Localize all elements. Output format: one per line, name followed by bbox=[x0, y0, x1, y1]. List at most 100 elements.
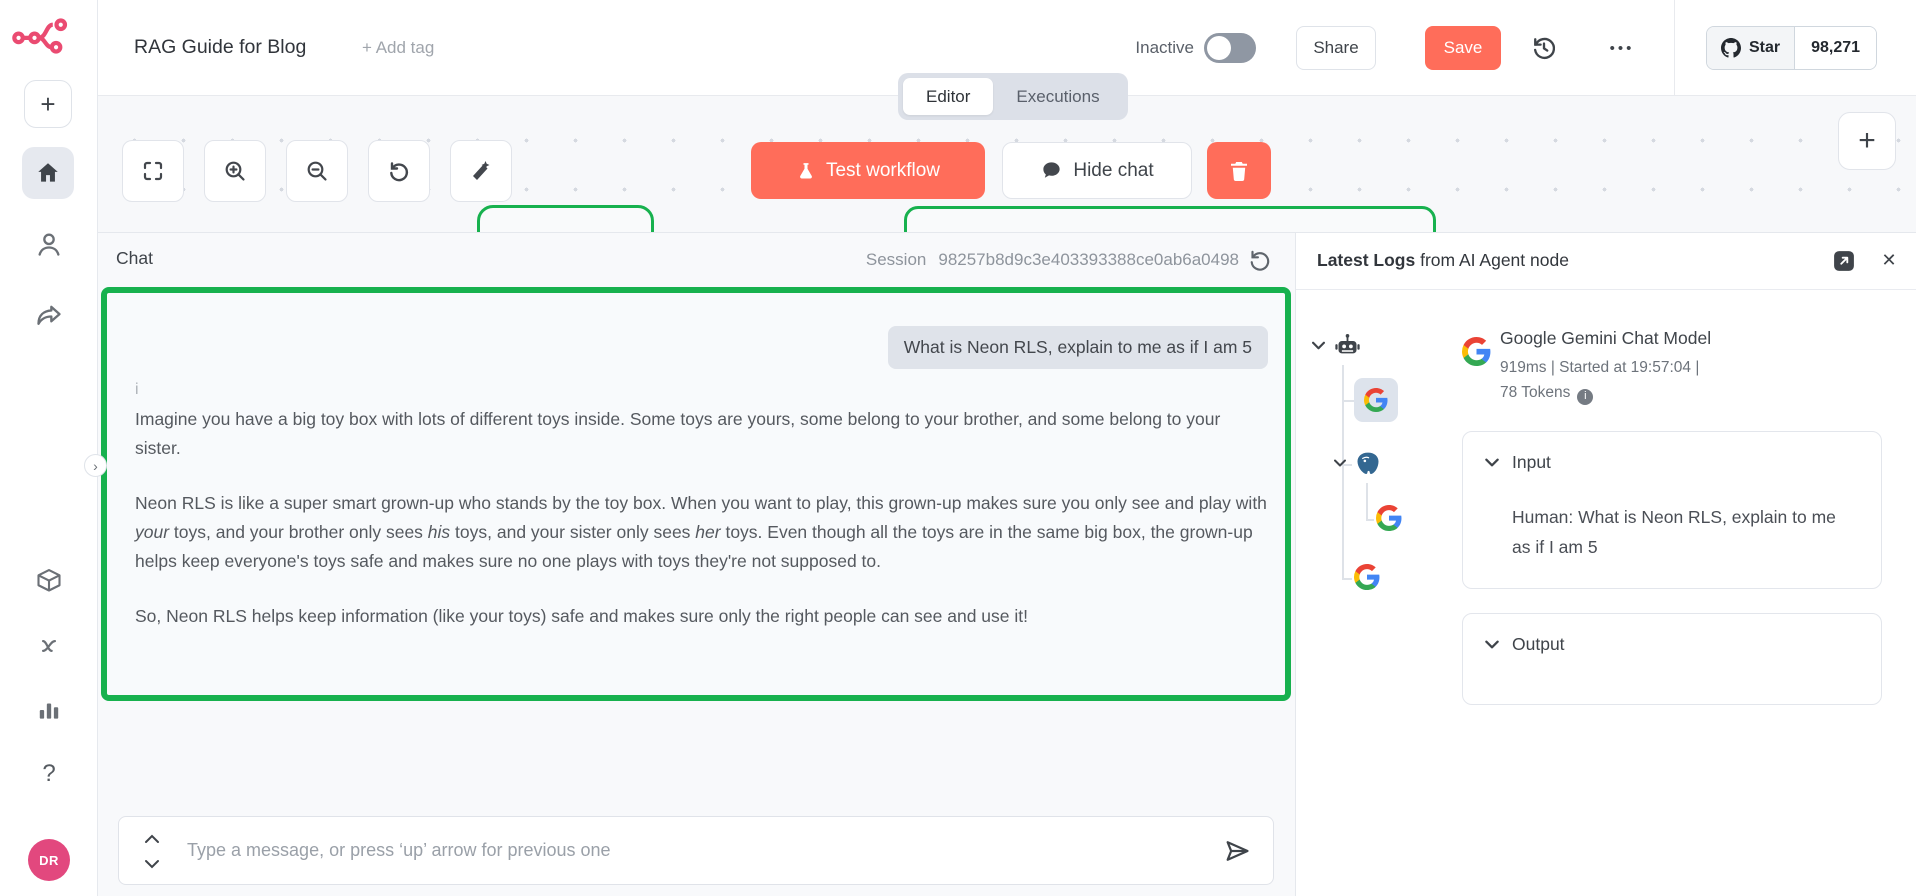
tree-node-gemini-embeddings[interactable] bbox=[1376, 505, 1402, 536]
sidebar-item-templates[interactable] bbox=[34, 565, 64, 595]
chat-panel-title: Chat bbox=[116, 248, 153, 269]
toggle-knob bbox=[1207, 36, 1231, 60]
share-button[interactable]: Share bbox=[1296, 26, 1376, 70]
logs-title: Latest Logs from AI Agent node bbox=[1317, 250, 1569, 271]
sidebar-item-overview[interactable] bbox=[22, 147, 74, 199]
tree-node-postgres[interactable] bbox=[1354, 450, 1382, 483]
hide-chat-button[interactable]: Hide chat bbox=[1002, 142, 1192, 199]
reset-session-button[interactable] bbox=[1246, 247, 1272, 273]
zoom-to-fit-icon bbox=[141, 159, 165, 183]
tree-connector bbox=[1342, 365, 1344, 580]
zoom-to-fit-button[interactable] bbox=[122, 140, 184, 202]
pop-out-icon bbox=[1833, 250, 1855, 272]
zoom-out-button[interactable] bbox=[286, 140, 348, 202]
input-card-content: Human: What is Neon RLS, explain to me a… bbox=[1512, 502, 1852, 562]
ai-message-info-icon[interactable]: i bbox=[135, 381, 139, 399]
history-icon bbox=[1530, 34, 1558, 62]
home-icon bbox=[35, 160, 61, 186]
robot-icon bbox=[1334, 332, 1361, 359]
google-icon bbox=[1462, 337, 1491, 366]
create-workflow-button[interactable]: + bbox=[24, 80, 72, 128]
share-arrow-icon bbox=[35, 301, 63, 329]
github-star-button[interactable]: Star bbox=[1707, 27, 1795, 69]
person-icon bbox=[35, 230, 63, 258]
close-logs-button[interactable]: ✕ bbox=[1876, 247, 1902, 273]
delete-button[interactable] bbox=[1207, 142, 1271, 199]
meta-duration-start: 919ms | Started at 19:57:04 | bbox=[1500, 359, 1699, 376]
tidy-up-icon bbox=[469, 159, 493, 183]
github-star-widget[interactable]: Star 98,271 bbox=[1706, 26, 1877, 70]
workflow-title[interactable]: RAG Guide for Blog bbox=[134, 36, 306, 59]
tree-connector bbox=[1366, 519, 1374, 521]
sidebar-item-personal[interactable] bbox=[33, 228, 65, 260]
test-workflow-button[interactable]: Test workflow bbox=[751, 142, 985, 199]
chevron-up-icon[interactable] bbox=[143, 832, 161, 846]
tidy-up-button[interactable] bbox=[450, 140, 512, 202]
workflow-node[interactable] bbox=[904, 206, 1436, 232]
output-card: Output bbox=[1462, 613, 1882, 705]
more-options-button[interactable]: ••• bbox=[1592, 30, 1652, 66]
chat-input-container bbox=[118, 816, 1274, 885]
n8n-app: + ? DR RAG Guide for Blog + Add tag Inac… bbox=[0, 0, 1916, 896]
sidebar-item-variables[interactable] bbox=[34, 631, 64, 661]
input-card: Input Human: What is Neon RLS, explain t… bbox=[1462, 431, 1882, 589]
collapse-panel-button[interactable]: › bbox=[84, 454, 107, 477]
reset-zoom-button[interactable] bbox=[368, 140, 430, 202]
save-button[interactable]: Save bbox=[1425, 26, 1501, 70]
google-icon bbox=[1354, 564, 1380, 590]
output-card-toggle[interactable]: Output bbox=[1485, 634, 1565, 655]
send-icon[interactable] bbox=[1223, 837, 1251, 865]
hide-chat-label: Hide chat bbox=[1073, 160, 1153, 182]
meta-tokens: 78 Tokens bbox=[1500, 384, 1570, 401]
logs-title-bold: Latest Logs bbox=[1317, 250, 1415, 270]
input-card-label: Input bbox=[1512, 452, 1551, 473]
tree-node-gemini-model2[interactable] bbox=[1354, 564, 1380, 595]
tab-executions[interactable]: Executions bbox=[993, 78, 1122, 115]
zoom-in-button[interactable] bbox=[204, 140, 266, 202]
sidebar-item-insights[interactable] bbox=[34, 695, 64, 725]
add-node-button[interactable]: + bbox=[1838, 112, 1896, 170]
test-workflow-label: Test workflow bbox=[826, 160, 940, 182]
tree-node-ai-agent[interactable] bbox=[1334, 332, 1361, 364]
google-icon bbox=[1376, 505, 1402, 531]
n8n-logo-icon[interactable] bbox=[12, 16, 72, 56]
google-icon bbox=[1364, 388, 1388, 412]
header-divider bbox=[1674, 0, 1675, 95]
open-logs-button[interactable] bbox=[1833, 250, 1855, 272]
info-icon[interactable]: i bbox=[1577, 389, 1593, 405]
tree-connector bbox=[1366, 483, 1368, 520]
tree-node-gemini-selected[interactable] bbox=[1354, 378, 1398, 422]
bar-chart-icon bbox=[36, 697, 62, 723]
close-icon: ✕ bbox=[1881, 250, 1896, 271]
ai-paragraph: So, Neon RLS helps keep information (lik… bbox=[135, 602, 1267, 631]
output-card-label: Output bbox=[1512, 634, 1565, 655]
history-button[interactable] bbox=[1530, 34, 1558, 62]
chat-bubble-icon bbox=[1040, 159, 1063, 182]
add-tag-button[interactable]: + Add tag bbox=[362, 38, 434, 58]
github-star-label: Star bbox=[1749, 39, 1780, 57]
tree-connector bbox=[1342, 578, 1352, 580]
github-star-count[interactable]: 98,271 bbox=[1795, 27, 1876, 69]
github-icon bbox=[1721, 38, 1741, 58]
tab-editor[interactable]: Editor bbox=[903, 78, 993, 115]
logs-panel: Latest Logs from AI Agent node ✕ bbox=[1295, 232, 1916, 896]
workflow-node[interactable] bbox=[477, 205, 654, 232]
chevron-down-icon bbox=[1485, 458, 1499, 467]
tree-chevron-vectorstore[interactable] bbox=[1334, 459, 1346, 467]
chevron-down-icon[interactable] bbox=[143, 857, 161, 871]
user-avatar[interactable]: DR bbox=[28, 839, 70, 881]
zoom-out-icon bbox=[305, 159, 329, 183]
add-node-label: + bbox=[1858, 124, 1876, 158]
chat-panel: Chat Session98257b8d9c3e403393388ce0ab6a… bbox=[98, 232, 1295, 896]
flask-icon bbox=[796, 160, 816, 182]
input-card-toggle[interactable]: Input bbox=[1485, 452, 1551, 473]
tree-chevron-agent[interactable] bbox=[1312, 341, 1325, 350]
sidebar-item-help[interactable]: ? bbox=[30, 757, 68, 791]
sidebar-item-shared[interactable] bbox=[33, 299, 65, 331]
chat-message-input[interactable] bbox=[187, 817, 1167, 884]
detail-node-icon bbox=[1462, 337, 1491, 371]
active-toggle[interactable] bbox=[1204, 33, 1256, 63]
refresh-icon bbox=[1246, 247, 1272, 273]
undo-icon bbox=[387, 159, 411, 183]
session-info: Session98257b8d9c3e403393388ce0ab6a0498 bbox=[866, 250, 1239, 270]
